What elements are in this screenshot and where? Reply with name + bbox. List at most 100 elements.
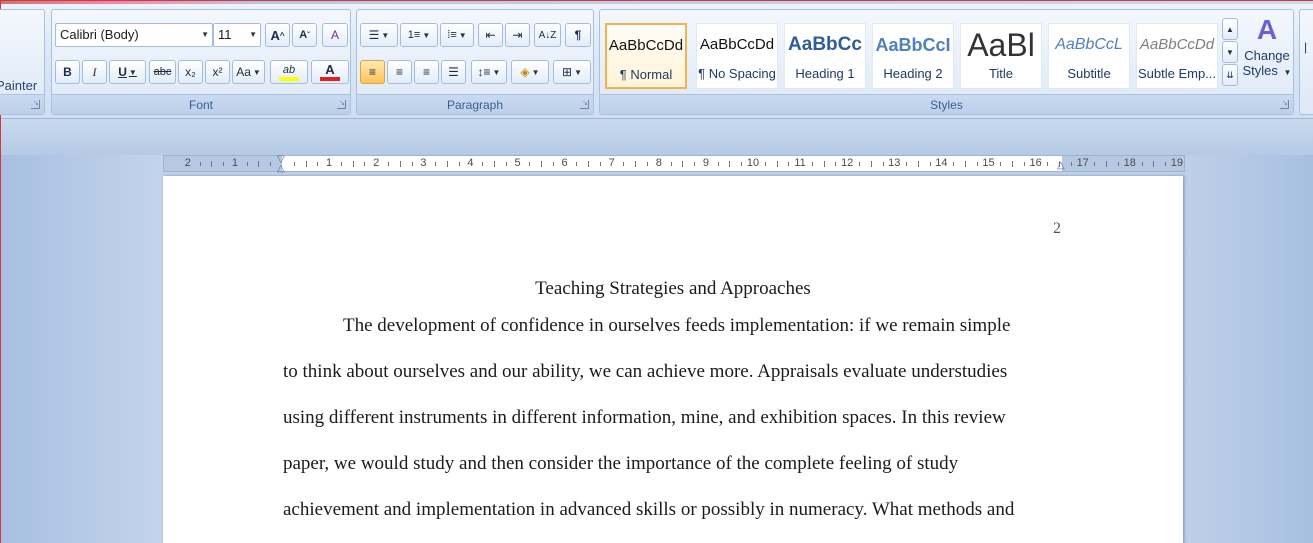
right-indent-marker[interactable]: △ [1057, 161, 1065, 171]
chevron-down-icon[interactable]: ▼ [129, 68, 137, 77]
italic-button[interactable]: I [82, 60, 107, 84]
increase-indent-button[interactable]: ⇥ [505, 23, 530, 47]
shading-button[interactable]: ◈ ▼ [511, 60, 549, 84]
chevron-down-icon: ▼ [1283, 68, 1292, 77]
style-subtle-emphasis[interactable]: AaBbCcDd Subtle Emp... [1136, 23, 1218, 89]
style-heading-1[interactable]: AaBbCc Heading 1 [784, 23, 866, 89]
ruler-tick [823, 161, 825, 167]
document-line[interactable]: achievement and implementation in advanc… [283, 499, 1014, 521]
decrease-indent-button[interactable]: ⇤ [478, 23, 503, 47]
show-marks-button[interactable]: ¶ [565, 23, 591, 47]
horizontal-ruler[interactable]: 2 1 1 2 3 4 5 6 7 8 9 10 11 12 13 14 15 16 17 18 19 ▽ △ △ [163, 155, 1185, 174]
chevron-down-icon[interactable]: ▼ [422, 31, 430, 40]
style-heading-2[interactable]: AaBbCcI Heading 2 [872, 23, 954, 89]
chevron-down-icon[interactable]: ▼ [574, 68, 582, 77]
grow-font-button[interactable]: A ^ [265, 23, 290, 47]
font-name-combo[interactable]: Calibri (Body) ▼ [55, 23, 213, 47]
ruler-number: 15 [982, 157, 995, 169]
align-center-button[interactable]: ≡ [387, 60, 412, 84]
numbering-button[interactable]: 1≡ ▼ [400, 23, 438, 47]
document-page[interactable]: 2 Teaching Strategies and Approaches The… [163, 176, 1183, 543]
ruler-tick [482, 162, 484, 166]
ruler-tick [1165, 162, 1167, 166]
bold-button[interactable]: B [55, 60, 80, 84]
gallery-up-button[interactable]: ▲ [1222, 18, 1238, 40]
document-line[interactable]: paper, we would study and then consider … [283, 453, 958, 475]
font-size-combo[interactable]: 11 ▼ [213, 23, 261, 47]
ruler-tick [635, 161, 637, 167]
style-sample: AaBl [967, 27, 1035, 63]
bullets-button[interactable]: ☰ ▼ [360, 23, 398, 47]
font-color-swatch [320, 77, 340, 81]
gallery-more-button[interactable]: ⇊ [1222, 64, 1238, 86]
style-sample: AaBbCc [788, 34, 862, 55]
clipboard-group: Painter ↘ [0, 9, 45, 115]
subscript-icon: x₂ [185, 65, 196, 79]
clear-formatting-button[interactable]: A [322, 23, 348, 47]
chevron-down-icon[interactable]: ▼ [201, 24, 209, 46]
style-no-spacing[interactable]: AaBbCcDd ¶ No Spacing [696, 23, 778, 89]
change-styles-icon: A [1256, 14, 1278, 45]
chevron-down-icon[interactable]: ▼ [459, 31, 467, 40]
style-title[interactable]: AaBl Title [960, 23, 1042, 89]
strikethrough-button[interactable]: abc [149, 60, 176, 84]
style-subtitle[interactable]: AaBbCcL Subtitle [1048, 23, 1130, 89]
left-indent-marker[interactable]: △ [277, 164, 285, 174]
chevron-down-icon[interactable]: ▼ [493, 68, 501, 77]
style-name: Subtle Emp... [1137, 66, 1217, 81]
bullets-icon: ☰ [368, 28, 380, 42]
font-dialog-launcher-icon[interactable]: ↘ [337, 100, 346, 109]
eraser-icon: A [330, 28, 339, 42]
styles-dialog-launcher-icon[interactable]: ↘ [1280, 100, 1289, 109]
ruler-tick [976, 162, 978, 166]
ruler-tick [599, 162, 601, 166]
document-line[interactable]: to think about ourselves and our ability… [283, 361, 1007, 383]
superscript-button[interactable]: x² [205, 60, 230, 84]
underline-button[interactable]: U ▼ [109, 60, 146, 84]
ruler-number: 1 [326, 157, 333, 169]
chevron-up-icon: ▲ [1226, 24, 1234, 34]
font-size-value: 11 [218, 27, 232, 42]
chevron-down-icon[interactable]: ▼ [381, 31, 389, 40]
align-left-button[interactable]: ≡ [360, 60, 385, 84]
clipboard-launcher-icon[interactable]: ↘ [31, 100, 40, 109]
ruler-tick [305, 161, 307, 167]
sort-button[interactable]: A↓Z [534, 23, 561, 47]
chevron-down-icon[interactable]: ▼ [253, 68, 261, 77]
borders-button[interactable]: ⊞ ▼ [553, 60, 591, 84]
ruler-tick [435, 162, 437, 166]
justify-button[interactable]: ☰ [441, 60, 466, 84]
font-color-button[interactable]: A [311, 60, 349, 84]
multilevel-list-button[interactable]: ⁞≡ ▼ [440, 23, 474, 47]
ruler-tick [929, 162, 931, 166]
ruler-tick [493, 161, 495, 167]
ruler-number: 7 [608, 157, 615, 169]
change-styles-button[interactable]: A Change Styles ▼ [1242, 12, 1292, 94]
ruler-tick [399, 161, 401, 167]
ruler-tick [917, 161, 919, 167]
ruler-number: 12 [841, 157, 854, 169]
ruler-number: 1 [231, 157, 238, 169]
ruler-number: 17 [1076, 157, 1089, 169]
chevron-down-icon[interactable]: ▼ [532, 68, 540, 77]
shrink-font-button[interactable]: Aˇ [292, 23, 317, 47]
font-color-icon: A [325, 62, 335, 77]
line-spacing-button[interactable]: ↕≡ ▼ [471, 60, 507, 84]
change-case-button[interactable]: Aa ▼ [232, 60, 265, 84]
document-title[interactable]: Teaching Strategies and Approaches [163, 278, 1183, 300]
chevron-down-icon[interactable]: ▼ [249, 24, 257, 46]
highlight-button[interactable]: ab [270, 60, 308, 84]
subscript-button[interactable]: x₂ [178, 60, 203, 84]
ruler-tick [293, 162, 295, 166]
gallery-down-button[interactable]: ▼ [1222, 41, 1238, 63]
format-painter-label[interactable]: Painter [0, 78, 37, 93]
ruler-tick [258, 161, 260, 167]
paragraph-dialog-launcher-icon[interactable]: ↘ [580, 100, 589, 109]
find-icon[interactable]: | [1304, 40, 1307, 54]
align-right-button[interactable]: ≡ [414, 60, 439, 84]
document-line[interactable]: using different instruments in different… [283, 407, 1006, 429]
style-normal[interactable]: AaBbCcDd ¶ Normal [605, 23, 687, 89]
document-line[interactable]: The development of confidence in ourselv… [343, 315, 1010, 337]
ruler-tick [741, 162, 743, 166]
ruler-tick [211, 161, 213, 167]
